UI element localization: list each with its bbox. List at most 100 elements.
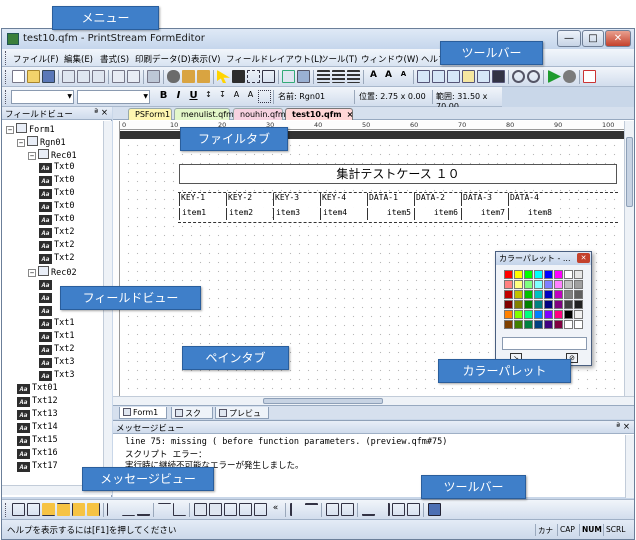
minimize-button[interactable]: — bbox=[557, 30, 581, 47]
color-swatch[interactable] bbox=[534, 280, 543, 289]
item-cell[interactable]: item7 bbox=[461, 208, 507, 220]
line-top-thin-icon[interactable] bbox=[158, 503, 171, 516]
tree-item[interactable]: Aa Txt1 bbox=[39, 331, 74, 344]
bold-button[interactable]: B bbox=[157, 90, 170, 103]
color-swatch[interactable] bbox=[514, 290, 523, 299]
tree-item[interactable]: Aa Txt17 bbox=[17, 461, 58, 474]
grid-snap-icon[interactable] bbox=[428, 503, 441, 516]
menu-tools[interactable]: ツール(T) bbox=[320, 53, 357, 65]
color-swatch[interactable] bbox=[514, 280, 523, 289]
line-top-icon[interactable] bbox=[57, 503, 70, 516]
color-swatch[interactable] bbox=[534, 270, 543, 279]
line-corner-icon[interactable] bbox=[173, 503, 186, 516]
menu-edit[interactable]: 編集(E) bbox=[64, 53, 93, 65]
tree-item[interactable]: Aa Txt15 bbox=[17, 435, 58, 448]
header-cell[interactable]: KEY-2 bbox=[226, 193, 272, 206]
color-swatch[interactable] bbox=[524, 310, 533, 319]
distribute-vertical-icon[interactable] bbox=[341, 503, 354, 516]
center-horizontal-icon[interactable] bbox=[392, 503, 405, 516]
font-normal-icon[interactable]: A bbox=[382, 70, 395, 83]
text-field-tool-icon[interactable] bbox=[232, 70, 245, 83]
group-icon[interactable] bbox=[194, 503, 207, 516]
color-swatch[interactable] bbox=[524, 290, 533, 299]
tree-item[interactable]: − Rec01 bbox=[28, 149, 77, 162]
tree-item[interactable]: Aa Txt0 bbox=[39, 188, 74, 201]
message-vscroll[interactable] bbox=[625, 435, 634, 498]
color-swatch[interactable] bbox=[554, 280, 563, 289]
color-swatch[interactable] bbox=[504, 290, 513, 299]
print-icon[interactable] bbox=[127, 70, 140, 83]
tree-item[interactable]: Aa Txt2 bbox=[39, 344, 74, 357]
tree-item[interactable]: Aa Txt0 bbox=[39, 175, 74, 188]
palette-custom-row[interactable] bbox=[502, 337, 587, 350]
header-cell[interactable]: KEY-4 bbox=[320, 193, 366, 206]
same-height-icon[interactable] bbox=[239, 503, 252, 516]
save-icon[interactable] bbox=[42, 70, 55, 83]
distribute-horizontal-icon[interactable] bbox=[326, 503, 339, 516]
border-icon[interactable] bbox=[258, 90, 271, 103]
color-swatch[interactable] bbox=[504, 300, 513, 309]
image-tool-icon[interactable] bbox=[297, 70, 310, 83]
line-left-icon[interactable] bbox=[72, 503, 85, 516]
zoom-in-icon[interactable] bbox=[512, 70, 525, 83]
header-cell[interactable]: KEY-1 bbox=[179, 193, 225, 206]
text-color-icon[interactable]: A bbox=[230, 90, 243, 103]
color-palette-window[interactable]: カラーパレット - ... ✕ ↘ ⊘ bbox=[495, 251, 592, 366]
tree-item[interactable]: Aa Txt1 bbox=[39, 318, 74, 331]
file-tab[interactable]: menulist.qfm bbox=[174, 108, 234, 120]
pane-tab[interactable]: プレビュー bbox=[215, 407, 269, 429]
item-cell[interactable]: item8 bbox=[508, 208, 554, 220]
align-left-icon[interactable] bbox=[317, 70, 330, 83]
open-folder-icon[interactable] bbox=[27, 70, 40, 83]
toolbar-grip[interactable] bbox=[5, 503, 8, 517]
tree-expander-icon[interactable]: − bbox=[6, 126, 14, 134]
color-swatch[interactable] bbox=[544, 320, 553, 329]
underline-button[interactable]: U bbox=[187, 90, 200, 103]
tree-item[interactable]: Aa Txt12 bbox=[17, 396, 58, 409]
property-view-toggle-icon[interactable] bbox=[432, 70, 445, 83]
palette-titlebar[interactable]: カラーパレット - ... ✕ bbox=[496, 252, 591, 265]
italic-button[interactable]: I bbox=[172, 90, 185, 103]
color-swatch[interactable] bbox=[554, 270, 563, 279]
line-bottom-icon[interactable] bbox=[42, 503, 55, 516]
maximize-button[interactable]: □ bbox=[582, 30, 604, 47]
header-cell[interactable]: DATA-3 bbox=[461, 193, 507, 206]
palette-toggle-icon[interactable] bbox=[492, 70, 505, 83]
item-cell[interactable]: item4 bbox=[320, 208, 366, 220]
item-cell[interactable]: item6 bbox=[414, 208, 460, 220]
palette-close-button[interactable]: ✕ bbox=[577, 253, 590, 263]
menu-print-data[interactable]: 印刷データ(D) bbox=[135, 53, 191, 65]
form-title-field[interactable]: 集計テストケース １０ bbox=[179, 164, 617, 184]
color-swatch[interactable] bbox=[574, 270, 583, 279]
tree-item[interactable]: Aa Txt01 bbox=[17, 383, 58, 396]
item-cell[interactable]: item5 bbox=[367, 208, 413, 220]
vertical-text-icon[interactable]: A bbox=[244, 90, 257, 103]
line-horizontal-icon[interactable] bbox=[122, 503, 135, 516]
color-swatch[interactable] bbox=[544, 310, 553, 319]
color-swatch[interactable] bbox=[574, 300, 583, 309]
align-top-edge-icon[interactable] bbox=[305, 503, 318, 516]
field-view-toggle-icon[interactable] bbox=[417, 70, 430, 83]
message-view-toggle-icon[interactable] bbox=[447, 70, 460, 83]
tree-item[interactable]: Aa bbox=[39, 305, 54, 318]
color-swatch[interactable] bbox=[564, 320, 573, 329]
grid-toggle-icon[interactable] bbox=[462, 70, 475, 83]
barcode-tool-icon[interactable] bbox=[282, 70, 295, 83]
tree-item[interactable]: Aa Txt0 bbox=[39, 201, 74, 214]
color-swatch[interactable] bbox=[524, 270, 533, 279]
ruler-toggle-icon[interactable] bbox=[477, 70, 490, 83]
color-swatch[interactable] bbox=[564, 270, 573, 279]
paste-icon[interactable] bbox=[92, 70, 105, 83]
color-swatch[interactable] bbox=[504, 270, 513, 279]
toolbar-grip[interactable] bbox=[5, 90, 8, 104]
align-left-edge-icon[interactable] bbox=[290, 503, 303, 516]
ungroup-icon[interactable] bbox=[209, 503, 222, 516]
frame-none-icon[interactable] bbox=[12, 503, 25, 516]
tree-expander-icon[interactable]: − bbox=[28, 269, 36, 277]
menu-view[interactable]: 表示(V) bbox=[191, 53, 220, 65]
font-name-combo[interactable]: ▼ bbox=[11, 90, 74, 104]
color-swatch[interactable] bbox=[514, 300, 523, 309]
tree-item[interactable]: Aa bbox=[39, 292, 54, 305]
color-swatch[interactable] bbox=[504, 310, 513, 319]
chevron-left-icon[interactable]: « bbox=[269, 503, 282, 516]
